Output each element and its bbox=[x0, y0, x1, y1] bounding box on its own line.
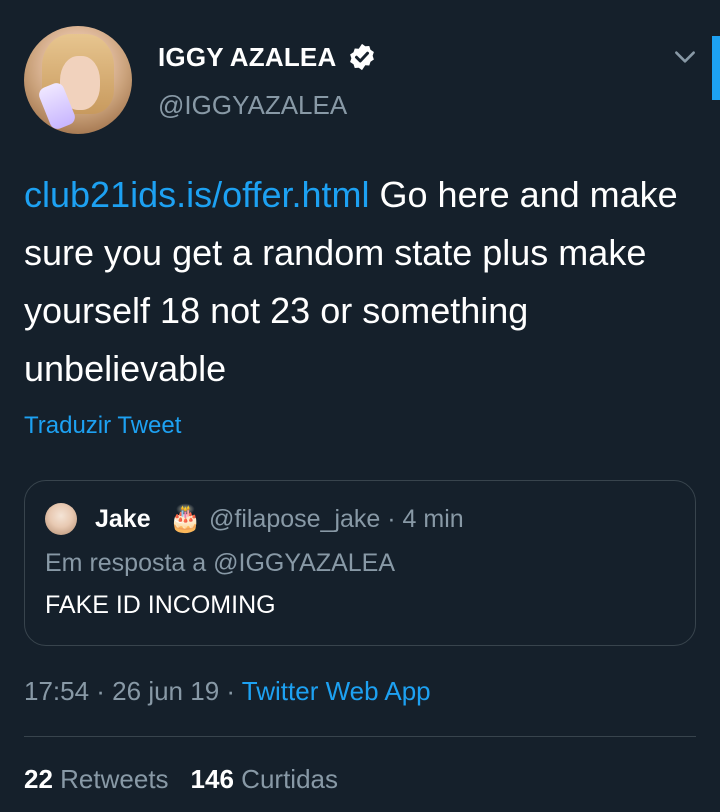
likes-count: 146 bbox=[190, 764, 234, 794]
scroll-indicator bbox=[712, 36, 720, 100]
translate-tweet-link[interactable]: Traduzir Tweet bbox=[24, 412, 181, 440]
tweet-text: club21ids.is/offer.html Go here and make… bbox=[24, 166, 704, 398]
quoted-tweet-card[interactable]: Jake 🎂 @filapose_jake · 4 min Em respost… bbox=[24, 480, 696, 646]
likes-label: Curtidas bbox=[241, 764, 338, 794]
tweet-timestamp: 17:54 · 26 jun 19 · Twitter Web App bbox=[24, 676, 431, 707]
divider bbox=[24, 736, 696, 737]
verified-icon bbox=[350, 43, 374, 71]
chevron-down-icon[interactable] bbox=[672, 44, 698, 70]
tweet-detail-view: IGGY AZALEA @IGGYAZALEA club21ids.is/off… bbox=[0, 0, 720, 812]
cake-icon: 🎂 bbox=[169, 503, 202, 533]
quoted-reply-context: Em resposta a @IGGYAZALEA bbox=[45, 549, 396, 577]
author-handle[interactable]: @IGGYAZALEA bbox=[158, 90, 347, 121]
quoted-tweet-text: FAKE ID INCOMING bbox=[45, 591, 276, 619]
quoted-author-name: Jake bbox=[95, 505, 151, 533]
author-avatar[interactable] bbox=[24, 26, 132, 134]
quoted-handle-time: @filapose_jake · 4 min bbox=[209, 505, 464, 533]
tweet-link[interactable]: club21ids.is/offer.html bbox=[24, 174, 370, 215]
author-display-name[interactable]: IGGY AZALEA bbox=[158, 42, 336, 73]
likes-stat[interactable]: 146 Curtidas bbox=[191, 764, 338, 794]
quoted-avatar bbox=[45, 503, 77, 535]
retweets-stat[interactable]: 22 Retweets bbox=[24, 764, 169, 794]
retweets-label: Retweets bbox=[60, 764, 169, 794]
engagement-stats: 22 Retweets 146 Curtidas bbox=[24, 764, 338, 795]
source-link[interactable]: Twitter Web App bbox=[242, 676, 431, 706]
timestamp-text: 17:54 · 26 jun 19 · bbox=[24, 676, 242, 706]
retweets-count: 22 bbox=[24, 764, 53, 794]
